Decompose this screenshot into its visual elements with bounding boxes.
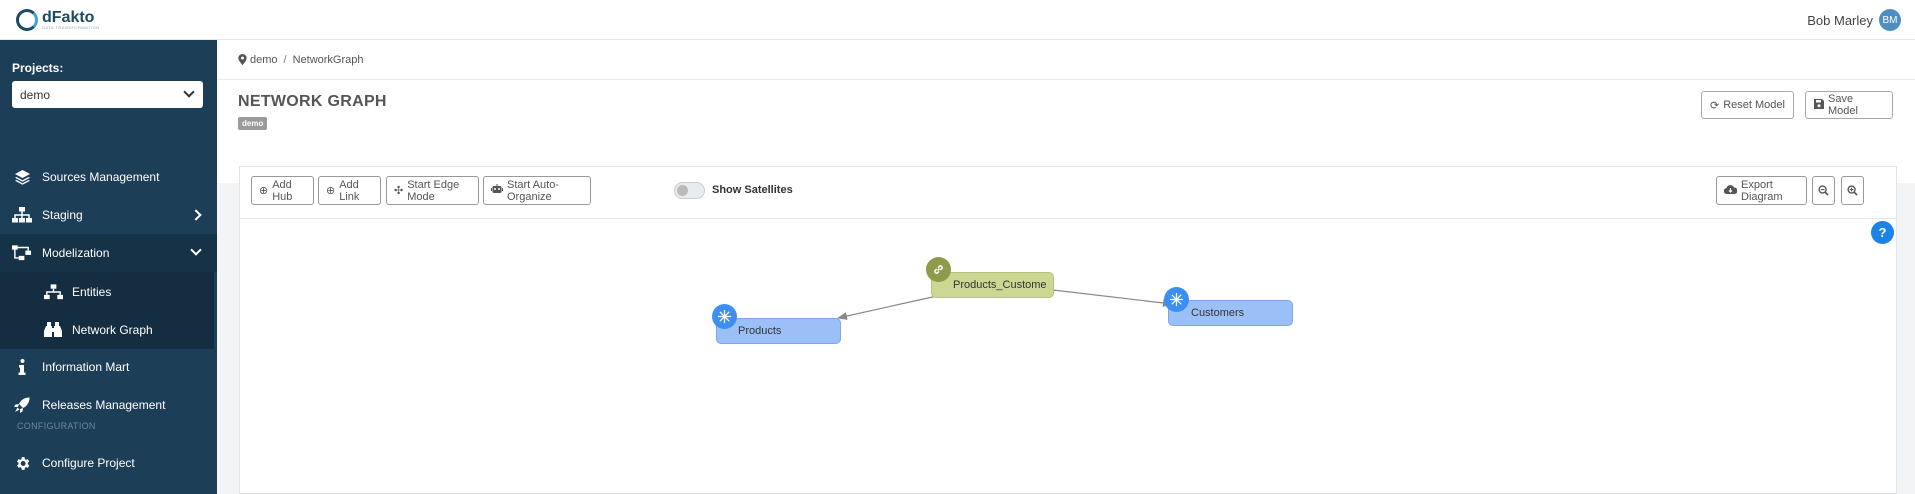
logo-mark-icon <box>16 8 38 31</box>
sidebar-item-label: Releases Management <box>42 398 166 412</box>
question-icon: ? <box>1878 225 1887 240</box>
sidebar-item-label: Entities <box>72 285 112 299</box>
gear-icon <box>12 453 32 473</box>
export-diagram-button[interactable]: Export Diagram <box>1716 176 1807 205</box>
robot-icon <box>491 184 503 197</box>
user-name: Bob Marley <box>1807 12 1873 28</box>
zoom-in-button[interactable] <box>1841 176 1864 205</box>
sync-icon: ⟳ <box>1710 99 1720 112</box>
projects-label: Projects: <box>12 61 64 75</box>
breadcrumb-item-current: NetworkGraph <box>292 53 364 66</box>
start-edge-mode-button[interactable]: ✣ Start Edge Mode <box>386 176 479 205</box>
sidebar-item-network-graph[interactable]: Network Graph <box>0 311 214 349</box>
breadcrumb-item-project[interactable]: demo <box>250 54 278 66</box>
breadcrumb: demo / NetworkGraph <box>217 40 1915 80</box>
project-select[interactable]: demo <box>12 81 203 108</box>
sidebar-item-configure-project[interactable]: Configure Project <box>0 444 217 482</box>
sidebar-item-sources-management[interactable]: Sources Management <box>0 158 217 196</box>
layers-icon <box>12 167 32 187</box>
chevron-right-icon <box>190 209 202 221</box>
cloud-download-icon <box>1723 184 1738 197</box>
save-model-button[interactable]: Save Model <box>1805 91 1893 119</box>
hub-icon <box>712 304 737 329</box>
sidebar-item-staging[interactable]: Staging <box>0 196 217 234</box>
reset-model-button[interactable]: ⟳ Reset Model <box>1701 91 1794 119</box>
sidebar-item-releases-management[interactable]: Releases Management <box>0 386 217 424</box>
graph-node-label: Customers <box>1191 307 1245 319</box>
configuration-section-label: CONFIGURATION <box>17 421 96 431</box>
add-hub-label: Add Hub <box>272 178 293 203</box>
plus-circle-icon: ⊕ <box>326 185 336 197</box>
start-edge-mode-label: Start Edge Mode <box>407 178 460 203</box>
show-satellites-toggle[interactable] <box>674 182 705 199</box>
top-bar: dFakto DATA TRANSFORMATION Bob Marley BM <box>0 0 1915 40</box>
sidebar-item-label: Modelization <box>42 246 110 260</box>
sidebar-item-information-mart[interactable]: Information Mart <box>0 348 217 386</box>
show-satellites-label: Show Satellites <box>712 184 793 196</box>
hub-icon <box>1164 287 1189 312</box>
start-auto-organize-button[interactable]: Start Auto-Organize <box>483 176 591 205</box>
sidebar-item-label: Configure Project <box>42 456 135 470</box>
plus-circle-icon: ⊕ <box>259 185 269 197</box>
toggle-knob <box>677 185 688 196</box>
network-graph-card: ⊕ Add Hub ⊕ Add Link ✣ Start Edge Mode S… <box>239 166 1897 494</box>
sitemap-icon <box>12 205 32 225</box>
add-link-label: Add Link <box>339 178 360 203</box>
graph-node-label: Products <box>738 325 782 337</box>
info-icon <box>12 357 32 377</box>
graph-node-products-customers[interactable]: Products_Custome <box>931 272 1054 298</box>
map-marker-icon <box>238 54 247 65</box>
save-icon <box>1814 98 1824 112</box>
page-title: NETWORK GRAPH <box>238 93 387 110</box>
chevron-down-icon <box>183 86 195 98</box>
sidebar-item-label: Information Mart <box>42 360 130 374</box>
export-diagram-label: Export Diagram <box>1741 178 1783 203</box>
zoom-in-icon <box>1847 185 1858 196</box>
project-diagram-icon <box>12 243 32 263</box>
breadcrumb-separator: / <box>283 53 287 66</box>
sidebar-item-label: Sources Management <box>42 170 160 184</box>
user-menu[interactable]: Bob Marley BM <box>1807 9 1901 31</box>
sidebar-item-entities[interactable]: Entities <box>0 273 214 311</box>
save-model-label: Save Model <box>1828 93 1858 117</box>
graph-toolbar: ⊕ Add Hub ⊕ Add Link ✣ Start Edge Mode S… <box>240 167 1896 219</box>
zoom-out-button[interactable] <box>1812 176 1835 205</box>
add-link-button[interactable]: ⊕ Add Link <box>318 176 381 205</box>
sidebar-item-label: Network Graph <box>72 323 153 337</box>
app-logo[interactable]: dFakto DATA TRANSFORMATION <box>16 8 100 31</box>
project-select-value: demo <box>20 87 51 102</box>
chevron-down-icon <box>190 244 202 256</box>
graph-node-label: Products_Custome <box>953 279 1047 291</box>
link-icon <box>926 257 951 282</box>
sidebar-item-modelization[interactable]: Modelization <box>0 234 217 272</box>
start-auto-organize-label: Start Auto-Organize <box>507 178 559 203</box>
reset-model-label: Reset Model <box>1723 99 1785 111</box>
app-tagline: DATA TRANSFORMATION <box>42 24 100 30</box>
sidebar-item-label: Staging <box>42 208 83 222</box>
help-button[interactable]: ? <box>1871 221 1894 244</box>
sitemap-icon <box>43 282 63 302</box>
binoculars-icon <box>43 320 63 340</box>
arrows-icon: ✣ <box>394 185 404 197</box>
project-badge: demo <box>238 117 268 130</box>
add-hub-button[interactable]: ⊕ Add Hub <box>251 176 314 205</box>
rocket-icon <box>12 395 32 415</box>
sidebar: Projects: demo Sources Management Stagin… <box>0 40 217 494</box>
main-content: demo / NetworkGraph NETWORK GRAPH demo ⟳… <box>217 40 1915 494</box>
app-name: dFakto <box>42 8 95 26</box>
zoom-out-icon <box>1818 185 1829 196</box>
avatar[interactable]: BM <box>1879 9 1901 31</box>
